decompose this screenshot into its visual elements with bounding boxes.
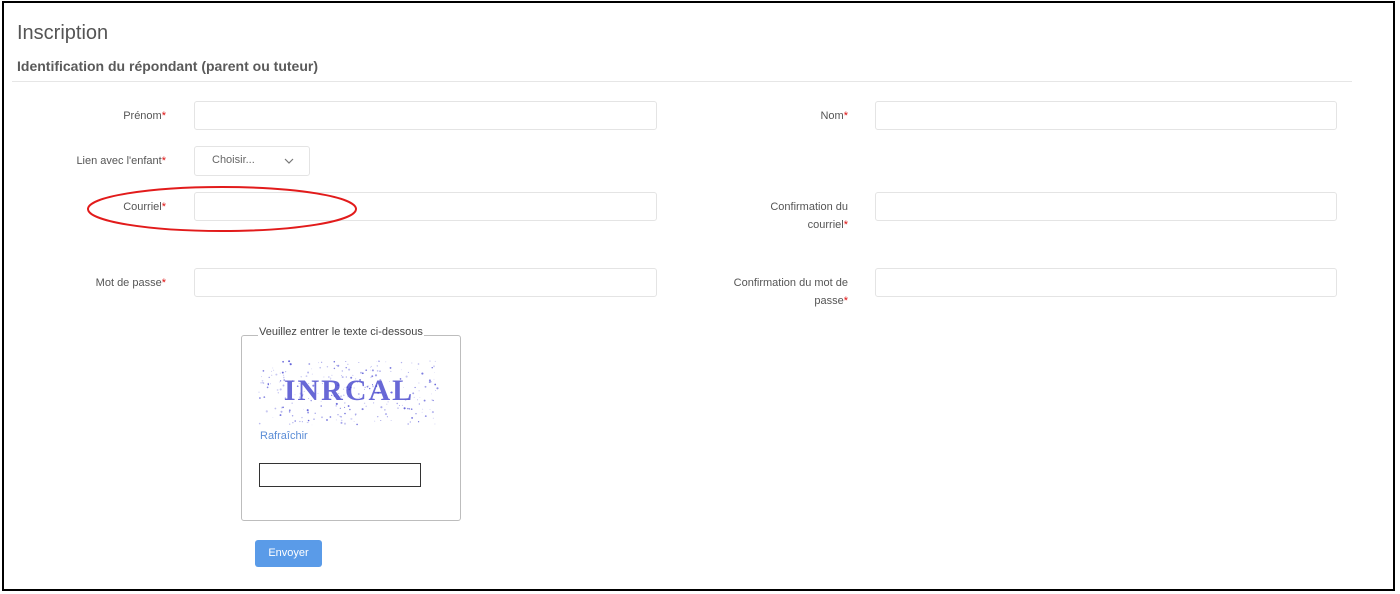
submit-button[interactable]: Envoyer bbox=[255, 540, 322, 567]
lien-label: Lien avec l'enfant* bbox=[30, 152, 166, 170]
confirm-courriel-label-line2: courriel* bbox=[700, 216, 848, 234]
prenom-label-text: Prénom bbox=[123, 110, 162, 122]
lien-label-text: Lien avec l'enfant bbox=[76, 155, 162, 167]
required-marker: * bbox=[843, 110, 848, 122]
lien-select[interactable]: Choisir... bbox=[194, 146, 310, 176]
captcha-input[interactable] bbox=[259, 463, 421, 487]
captcha-legend: Veuillez entrer le texte ci-dessous bbox=[258, 326, 424, 338]
confirm-password-label-line2: passe* bbox=[690, 292, 848, 310]
confirm-courriel-label-text: courriel bbox=[807, 219, 844, 231]
confirm-courriel-label-line1: Confirmation du bbox=[770, 201, 848, 213]
confirm-courriel-input[interactable] bbox=[875, 192, 1337, 221]
header-divider bbox=[12, 81, 1352, 82]
page-title: Inscription bbox=[17, 22, 109, 44]
confirm-password-input[interactable] bbox=[875, 268, 1337, 297]
captcha-image: INRCAL bbox=[258, 360, 440, 426]
prenom-label: Prénom* bbox=[60, 107, 166, 125]
prenom-input[interactable] bbox=[194, 101, 657, 130]
section-subtitle: Identification du répondant (parent ou t… bbox=[17, 58, 318, 74]
confirm-password-label: Confirmation du mot de passe* bbox=[690, 274, 848, 310]
password-label: Mot de passe* bbox=[60, 274, 166, 292]
password-label-text: Mot de passe bbox=[95, 277, 162, 289]
required-marker: * bbox=[843, 295, 848, 307]
nom-input[interactable] bbox=[875, 101, 1337, 130]
confirm-password-label-text: passe bbox=[814, 295, 844, 307]
required-marker: * bbox=[843, 219, 848, 231]
required-marker: * bbox=[161, 110, 166, 122]
confirm-courriel-label: Confirmation du courriel* bbox=[700, 198, 848, 234]
captcha-code: INRCAL bbox=[284, 374, 414, 407]
highlight-ellipse bbox=[87, 186, 357, 232]
captcha-refresh-link[interactable]: Rafraîchir bbox=[260, 430, 308, 442]
confirm-password-label-line1: Confirmation du mot de bbox=[733, 277, 848, 289]
password-input[interactable] bbox=[194, 268, 657, 297]
lien-select-value: Choisir... bbox=[212, 154, 255, 166]
chevron-down-icon bbox=[284, 158, 294, 164]
nom-label: Nom* bbox=[720, 107, 848, 125]
required-marker: * bbox=[161, 155, 166, 167]
required-marker: * bbox=[161, 277, 166, 289]
nom-label-text: Nom bbox=[820, 110, 844, 122]
